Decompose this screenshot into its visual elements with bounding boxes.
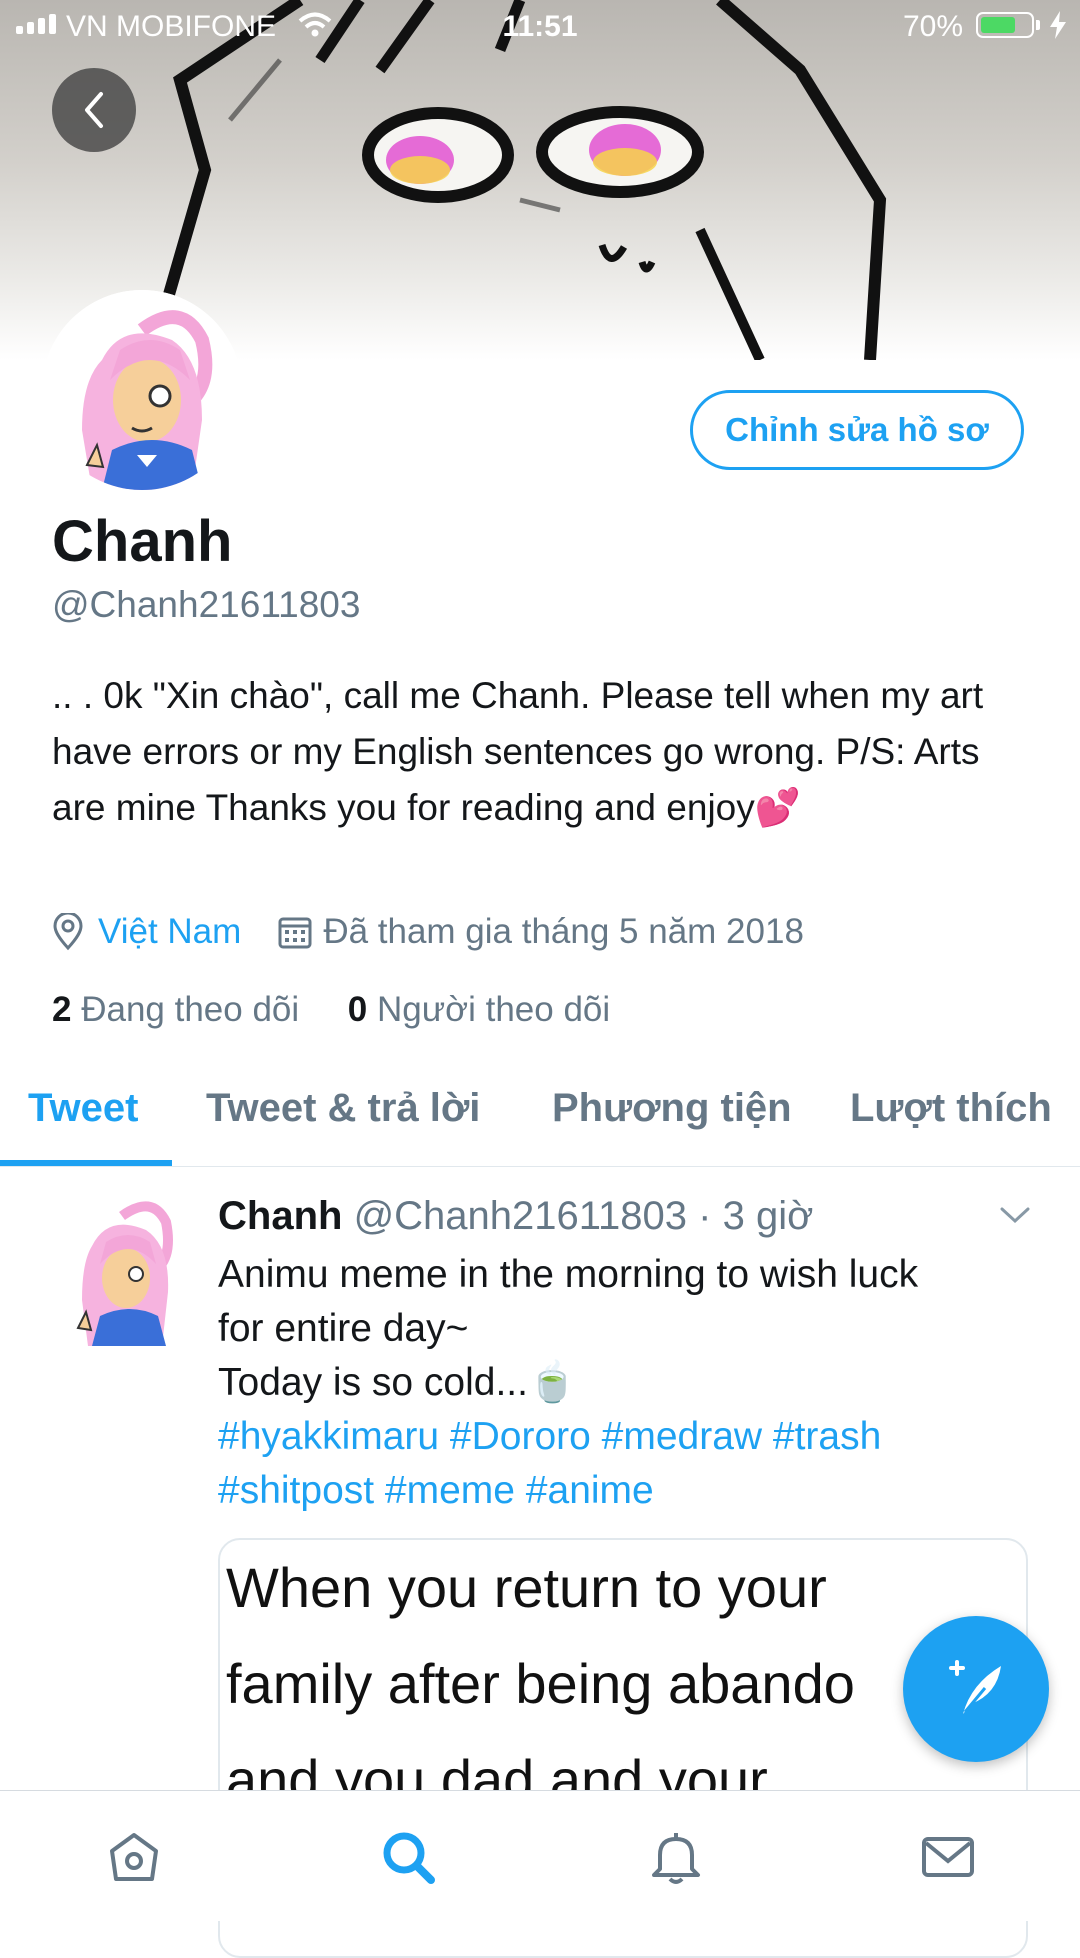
- profile-location-link[interactable]: Việt Nam: [98, 912, 241, 952]
- tweet-author-handle: @Chanh21611803: [353, 1194, 688, 1238]
- tweet-avatar-image: [62, 1196, 186, 1346]
- profile-meta: Việt Nam Đã tham gia tháng 5 năm 2018: [52, 912, 804, 952]
- profile-bio: .. . 0k "Xin chào", call me Chanh. Pleas…: [52, 675, 984, 828]
- compose-tweet-button[interactable]: [903, 1616, 1049, 1762]
- tweet-text-line: for entire day~: [218, 1307, 469, 1350]
- tweet-timestamp: · 3 giờ: [698, 1194, 814, 1238]
- tab-tweets[interactable]: Tweet: [28, 1086, 138, 1131]
- chevron-left-icon: [85, 92, 103, 128]
- tab-likes[interactable]: Lượt thích: [850, 1086, 1052, 1131]
- followers-label: Người theo dõi: [376, 990, 611, 1029]
- home-icon[interactable]: [104, 1827, 164, 1887]
- profile-handle: @Chanh21611803: [52, 584, 361, 625]
- charging-icon: [1050, 11, 1066, 39]
- search-icon[interactable]: [378, 1827, 438, 1887]
- tweet-body: Animu meme in the morning to wish luck f…: [218, 1248, 1018, 1518]
- compose-quill-icon: [949, 1660, 1001, 1714]
- tweet-header: Chanh @Chanh21611803 · 3 giờ: [218, 1194, 813, 1239]
- back-button[interactable]: [52, 68, 136, 152]
- bottom-navigation: [0, 1790, 1080, 1921]
- tweet-text-line: Today is so cold...🍵: [218, 1361, 577, 1404]
- profile-name: Chanh: [52, 509, 233, 574]
- location-pin-icon: [53, 913, 83, 951]
- active-tab-indicator: [0, 1160, 172, 1166]
- profile-tabs: Tweet Tweet & trả lời Phương tiện Lượt t…: [0, 1070, 1080, 1167]
- following-count: 2: [52, 990, 72, 1029]
- battery-icon: [976, 12, 1034, 38]
- battery-tip: [1036, 20, 1040, 30]
- following-label: Đang theo dõi: [81, 990, 300, 1029]
- edit-profile-button[interactable]: Chỉnh sửa hồ sơ: [690, 390, 1024, 470]
- status-bar: VN MOBIFONE 11:51 70%: [0, 0, 1080, 54]
- following-link[interactable]: 2 Đang theo dõi: [52, 990, 299, 1029]
- tweet-author-avatar[interactable]: [62, 1196, 186, 1346]
- media-text-line: When you return to your: [226, 1556, 827, 1619]
- mail-icon[interactable]: [918, 1827, 978, 1887]
- tweet-author-name[interactable]: Chanh: [218, 1194, 342, 1238]
- followers-link[interactable]: 0 Người theo dõi: [348, 990, 610, 1029]
- battery-percent: 70%: [903, 10, 964, 43]
- profile-joined-date: Đã tham gia tháng 5 năm 2018: [323, 912, 804, 951]
- follow-stats: 2 Đang theo dõi 0 Người theo dõi: [52, 990, 610, 1030]
- tab-media[interactable]: Phương tiện: [552, 1086, 792, 1131]
- tweet-hashtags[interactable]: #shitpost #meme #anime: [218, 1464, 1018, 1518]
- profile-avatar[interactable]: [42, 290, 242, 490]
- avatar-image: [42, 290, 242, 490]
- tab-tweets-replies[interactable]: Tweet & trả lời: [206, 1086, 480, 1131]
- calendar-icon: [278, 917, 312, 949]
- bell-icon[interactable]: [646, 1827, 706, 1887]
- tweet-hashtags[interactable]: #hyakkimaru #Dororo #medraw #trash: [218, 1410, 1018, 1464]
- tweet-text-line: Animu meme in the morning to wish luck: [218, 1253, 919, 1296]
- chevron-down-icon[interactable]: [998, 1204, 1032, 1226]
- followers-count: 0: [347, 990, 368, 1029]
